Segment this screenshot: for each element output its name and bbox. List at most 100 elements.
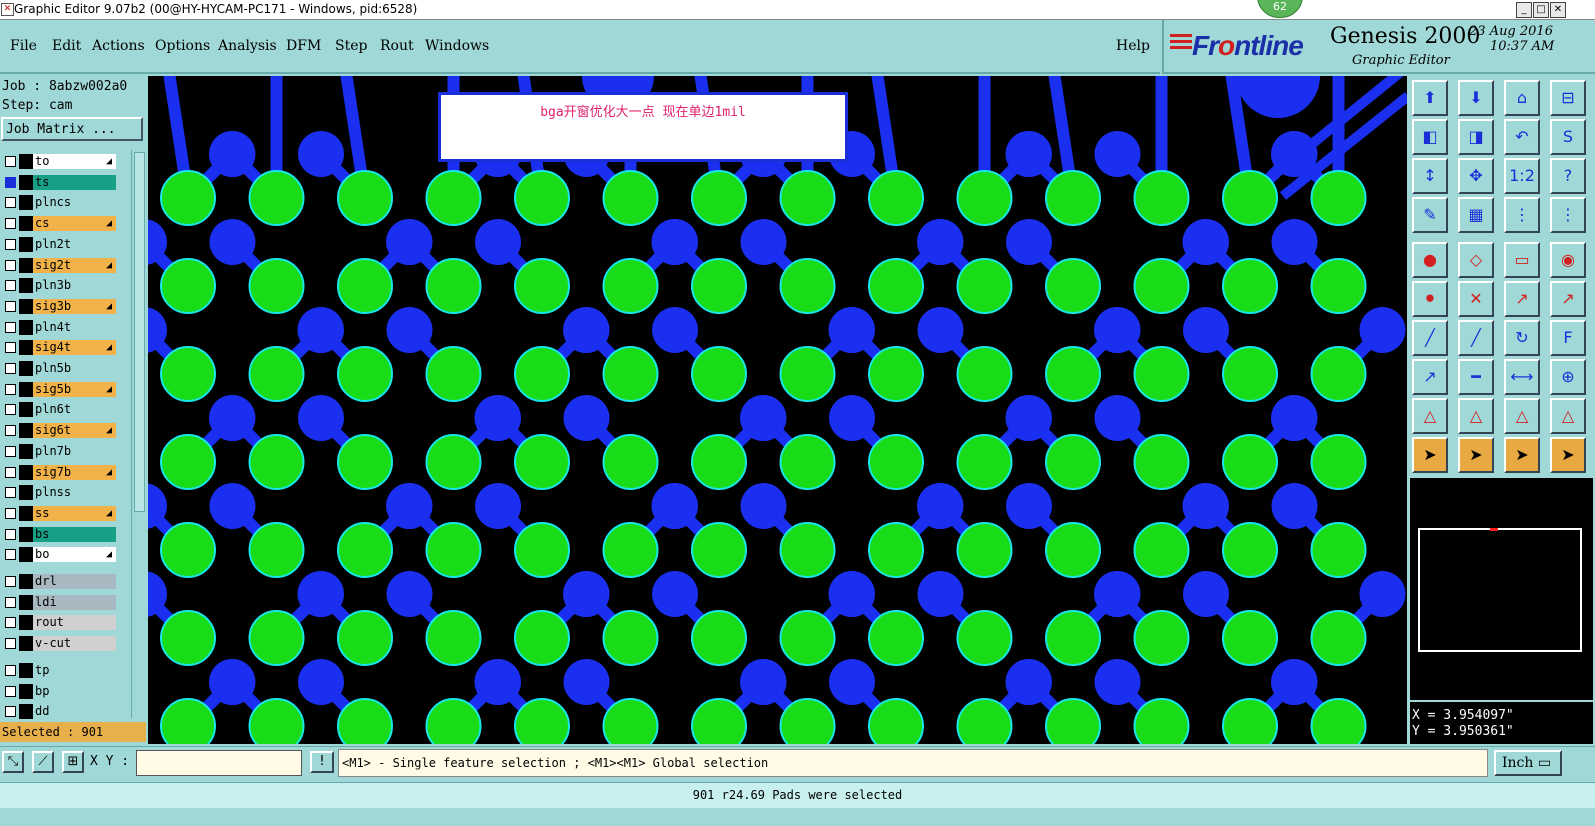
layer-name[interactable]: pln4t	[33, 319, 116, 335]
layer-name[interactable]: ss ◢	[33, 505, 116, 521]
layer-row-dd[interactable]: dd	[0, 704, 118, 720]
hline-icon[interactable]: ━	[1458, 359, 1494, 395]
layer-name[interactable]: sig2t ◢	[33, 257, 116, 273]
scrollbar-thumb[interactable]	[134, 152, 145, 512]
pan-icon[interactable]: ✥	[1458, 158, 1494, 194]
layer-row-sig5b[interactable]: sig5b ◢	[0, 381, 118, 397]
route-a-icon[interactable]: ⋮	[1504, 197, 1540, 233]
overview-window[interactable]	[1410, 478, 1593, 700]
minimize-button[interactable]: _	[1516, 2, 1532, 18]
menu-options[interactable]: Options	[155, 38, 210, 54]
menu-edit[interactable]: Edit	[52, 38, 81, 54]
layer-checkbox[interactable]	[5, 363, 16, 374]
menu-step[interactable]: Step	[335, 38, 367, 54]
menu-help[interactable]: Help	[1116, 38, 1150, 54]
layer-checkbox[interactable]	[5, 425, 16, 437]
menu-file[interactable]: File	[10, 38, 37, 54]
layer-name[interactable]: ts	[33, 174, 116, 190]
layer-name[interactable]: cs ◢	[33, 216, 116, 232]
measure-icon[interactable]: ⟋	[32, 751, 54, 773]
tri-c-icon[interactable]: △	[1504, 398, 1540, 434]
zoom-home-icon[interactable]: ⬆	[1412, 80, 1448, 116]
pan-left-icon[interactable]: ◧	[1412, 119, 1448, 155]
layer-row-pln6t[interactable]: pln6t	[0, 402, 118, 418]
pcb-view[interactable]	[148, 76, 1407, 744]
layer-checkbox[interactable]	[5, 507, 16, 519]
layer-checkbox[interactable]	[5, 383, 16, 395]
select-d-icon[interactable]: ➤	[1550, 437, 1586, 473]
draw-icon[interactable]: ✎	[1412, 197, 1448, 233]
ruler-icon[interactable]: ▭	[1504, 242, 1540, 278]
layer-checkbox[interactable]	[5, 549, 16, 561]
target-icon[interactable]: ◉	[1550, 242, 1586, 278]
layer-row-to[interactable]: to ◢	[0, 154, 118, 169]
layer-checkbox[interactable]	[5, 706, 16, 718]
grid-icon[interactable]: ⊞	[62, 751, 84, 773]
pad-icon[interactable]: ●	[1412, 242, 1448, 278]
flip-icon[interactable]: F	[1550, 320, 1586, 356]
layer-name[interactable]: pln7b	[33, 443, 116, 459]
layer-row-plncs[interactable]: plncs	[0, 195, 118, 211]
tri-d-icon[interactable]: △	[1550, 398, 1586, 434]
layer-row-sig6t[interactable]: sig6t ◢	[0, 423, 118, 439]
layer-checkbox[interactable]	[5, 685, 16, 697]
layer-row-sig4t[interactable]: sig4t ◢	[0, 340, 118, 356]
group-icon[interactable]: ⊕	[1550, 359, 1586, 395]
home-icon[interactable]: ⌂	[1504, 80, 1540, 116]
layer-name[interactable]: bs	[33, 526, 116, 542]
layer-name[interactable]: bo ◢	[33, 547, 116, 563]
menu-rout[interactable]: Rout	[380, 38, 414, 54]
layer-row-ts[interactable]: ts	[0, 174, 118, 190]
layer-checkbox[interactable]	[5, 596, 16, 608]
layer-row-ldi[interactable]: ldi	[0, 594, 118, 610]
layer-row-plnss[interactable]: plnss	[0, 485, 118, 501]
layer-row-bs[interactable]: bs	[0, 526, 118, 542]
layer-row-drl[interactable]: drl	[0, 574, 118, 589]
close-button[interactable]: ✕	[1550, 2, 1566, 18]
layer-checkbox[interactable]	[5, 617, 16, 629]
layer-checkbox[interactable]	[5, 218, 16, 230]
select-a-icon[interactable]: ➤	[1412, 437, 1448, 473]
layer-checkbox[interactable]	[5, 342, 16, 354]
fit-height-icon[interactable]: ↕	[1412, 158, 1448, 194]
move-a-icon[interactable]: ↗	[1412, 359, 1448, 395]
snap-icon[interactable]: ⤡	[2, 751, 24, 773]
layer-name[interactable]: dd	[33, 704, 116, 720]
layer-checkbox[interactable]	[5, 300, 16, 312]
layer-checkbox[interactable]	[5, 321, 16, 333]
tri-b-icon[interactable]: △	[1458, 398, 1494, 434]
layer-name[interactable]: sig7b ◢	[33, 464, 116, 480]
line-b-icon[interactable]: ╱	[1458, 320, 1494, 356]
cross-icon[interactable]: ✕	[1458, 281, 1494, 317]
alert-icon[interactable]: !	[310, 751, 334, 773]
job-matrix-button[interactable]: Job Matrix ...	[1, 117, 143, 141]
layer-row-cs[interactable]: cs ◢	[0, 216, 118, 232]
layer-name[interactable]: bp	[33, 683, 116, 699]
layer-checkbox[interactable]	[5, 528, 16, 540]
select-c-icon[interactable]: ➤	[1504, 437, 1540, 473]
layer-name[interactable]: v-cut	[33, 636, 116, 652]
tri-a-icon[interactable]: △	[1412, 398, 1448, 434]
layer-name[interactable]: pln2t	[33, 236, 116, 252]
layer-name[interactable]: ldi	[33, 594, 116, 610]
layer-checkbox[interactable]	[5, 664, 16, 676]
select-b-icon[interactable]: ➤	[1458, 437, 1494, 473]
menu-dfm[interactable]: DFM	[286, 38, 321, 54]
layer-row-pln3b[interactable]: pln3b	[0, 278, 118, 294]
help-icon[interactable]: ?	[1550, 158, 1586, 194]
scale-icon[interactable]: 1:2	[1504, 158, 1540, 194]
layer-checkbox[interactable]	[5, 466, 16, 478]
layer-name[interactable]: sig3b ◢	[33, 298, 116, 314]
layer-row-bp[interactable]: bp	[0, 683, 118, 699]
layer-name[interactable]: sig6t ◢	[33, 423, 116, 439]
rotate-icon[interactable]: ↻	[1504, 320, 1540, 356]
layer-row-pln7b[interactable]: pln7b	[0, 443, 118, 459]
layer-checkbox[interactable]	[5, 576, 16, 587]
shape-icon[interactable]: ◇	[1458, 242, 1494, 278]
menu-analysis[interactable]: Analysis	[218, 38, 277, 54]
layer-checkbox[interactable]	[5, 176, 16, 188]
layer-row-sig3b[interactable]: sig3b ◢	[0, 298, 118, 314]
net-icon[interactable]: ⚫	[1412, 281, 1448, 317]
layer-row-sig2t[interactable]: sig2t ◢	[0, 257, 118, 273]
line-a-icon[interactable]: ╱	[1412, 320, 1448, 356]
